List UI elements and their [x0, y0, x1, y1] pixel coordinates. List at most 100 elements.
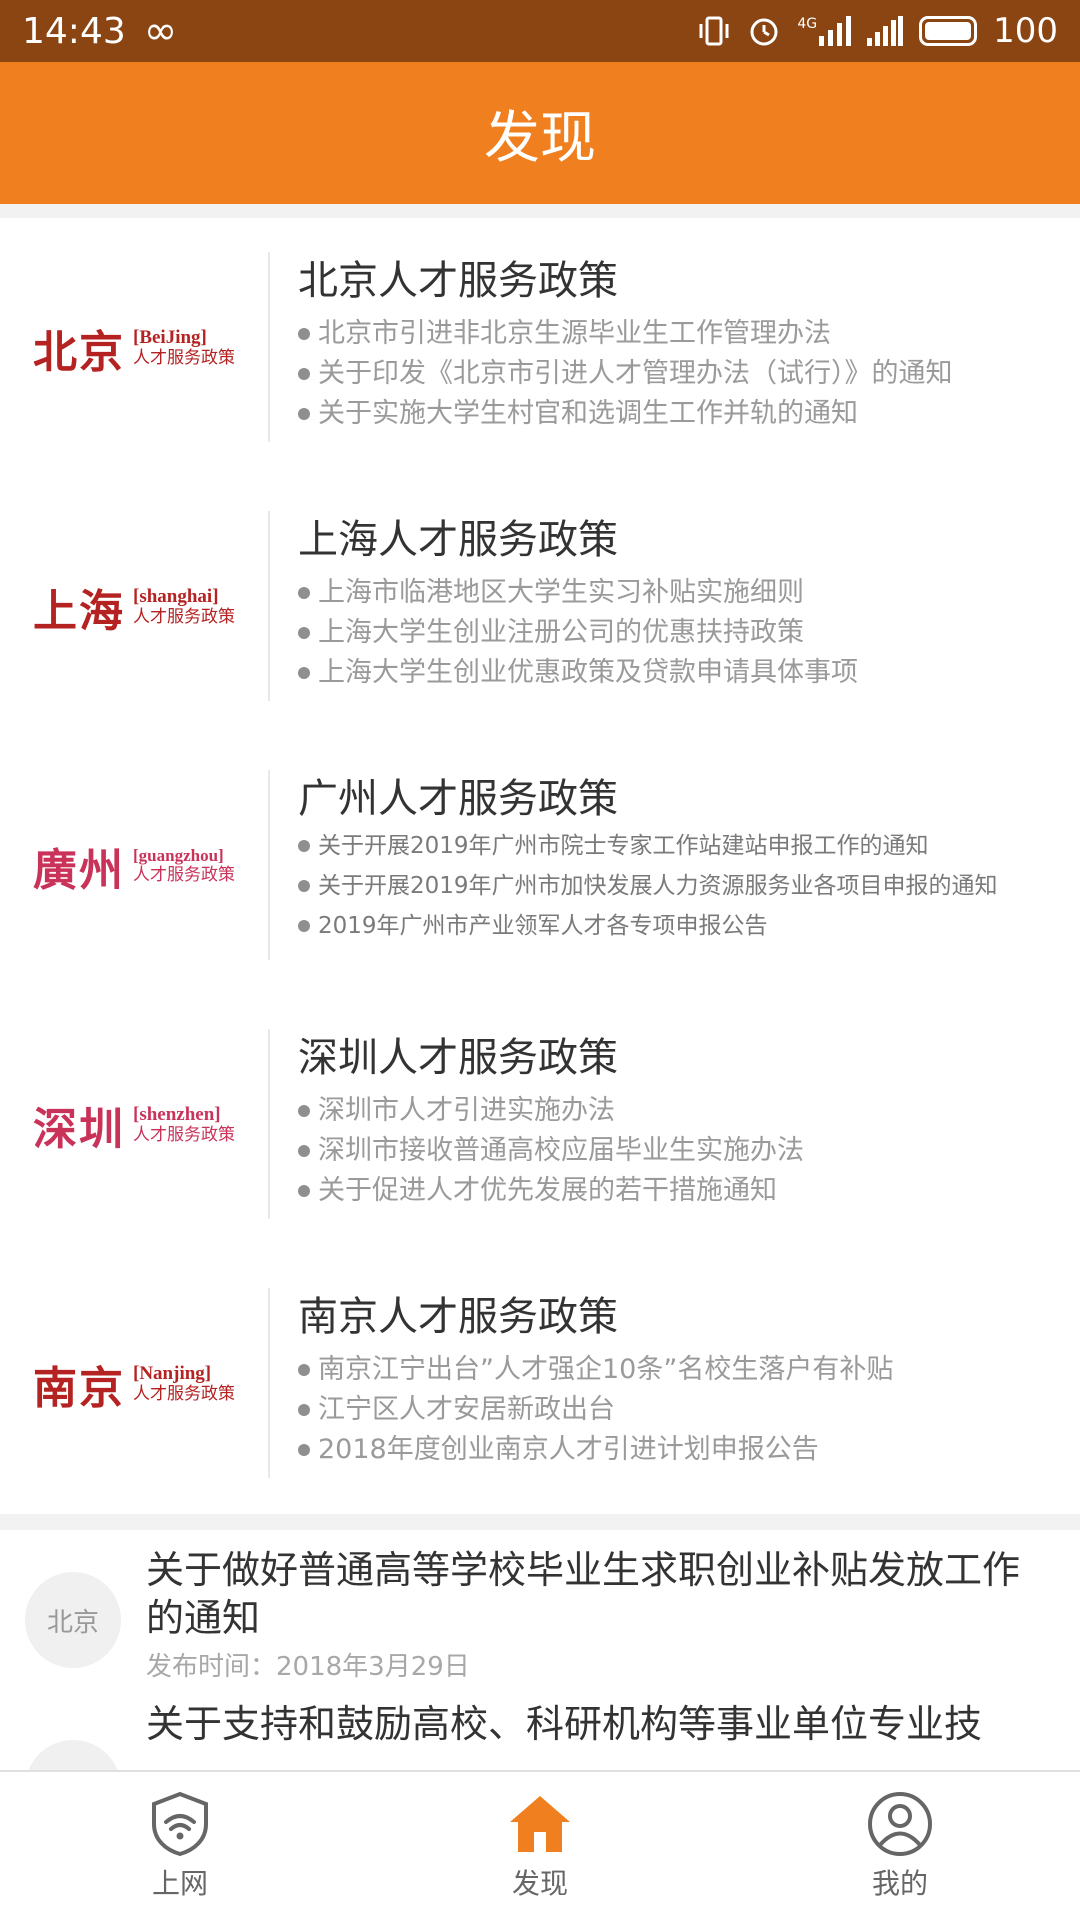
policy-item-text: 上海大学生创业注册公司的优惠扶持政策 [318, 617, 804, 648]
signal-icon [819, 16, 852, 46]
bullet-icon [298, 408, 310, 420]
cell-signal-4g: 4G [797, 16, 852, 46]
policy-items: 上海市临港地区大学生实习补贴实施细则 上海大学生创业注册公司的优惠扶持政策 上海… [298, 573, 858, 693]
policy-item[interactable]: 北京市引进非北京生源毕业生工作管理办法 [298, 314, 953, 354]
policy-item-text: 上海大学生创业优惠政策及贷款申请具体事项 [318, 657, 858, 688]
policy-item[interactable]: 深圳市接收普通高校应届毕业生实施办法 [298, 1131, 804, 1171]
logo-en: [shenzhen] [133, 1103, 221, 1125]
wifi-shield-icon [152, 1791, 208, 1857]
policy-title: 深圳人才服务政策 [298, 1035, 618, 1081]
policy-card-shenzhen[interactable]: 深圳 [shenzhen] 人才服务政策 深圳人才服务政策 深圳市人才引进实施办… [0, 995, 1080, 1254]
divider [268, 1288, 270, 1478]
policy-item-text: 关于开展2019年广州市院士专家工作站建站申报工作的通知 [318, 833, 929, 859]
policy-card-guangzhou[interactable]: 廣州 [guangzhou] 人才服务政策 广州人才服务政策 关于开展2019年… [0, 736, 1080, 995]
policy-item-text: 深圳市人才引进实施办法 [318, 1095, 615, 1126]
news-item[interactable]: 北京 关于做好普通高等学校毕业生求职创业补贴发放工作的通知 发布时间：2018年… [0, 1530, 1080, 1710]
bottom-nav: 上网 发现 我的 [0, 1770, 1080, 1920]
news-title: 关于支持和鼓励高校、科研机构等事业单位专业技 [146, 1702, 983, 1746]
policy-item[interactable]: 关于印发《北京市引进人才管理办法（试行）》的通知 [298, 354, 953, 394]
policy-item[interactable]: 上海市临港地区大学生实习补贴实施细则 [298, 573, 858, 613]
logo-cn: 北京 [33, 326, 125, 378]
policy-item[interactable]: 关于开展2019年广州市院士专家工作站建站申报工作的通知 [298, 826, 998, 866]
bullet-icon [298, 1185, 310, 1197]
bullet-icon [298, 920, 310, 932]
policy-item-text: 南京江宁出台”人才强企10条”名校生落户有补贴 [318, 1354, 894, 1385]
policy-item-text: 关于促进人才优先发展的若干措施通知 [318, 1175, 777, 1206]
nav-label: 我的 [871, 1867, 928, 1900]
news-city-tag: 北京 [25, 1572, 121, 1668]
nav-label: 上网 [151, 1867, 208, 1900]
policy-items: 深圳市人才引进实施办法 深圳市接收普通高校应届毕业生实施办法 关于促进人才优先发… [298, 1091, 804, 1211]
policy-card-beijing[interactable]: 北京 [BeiJing] 人才服务政策 北京人才服务政策 北京市引进非北京生源毕… [0, 218, 1080, 477]
policy-item[interactable]: 关于促进人才优先发展的若干措施通知 [298, 1171, 804, 1211]
bullet-icon [298, 840, 310, 852]
bullet-icon [298, 1105, 310, 1117]
policy-title: 广州人才服务政策 [298, 776, 618, 822]
policy-card-shanghai[interactable]: 上海 [shanghai] 人才服务政策 上海人才服务政策 上海市临港地区大学生… [0, 477, 1080, 736]
policy-item[interactable]: 2018年度创业南京人才引进计划申报公告 [298, 1430, 893, 1470]
shanghai-logo: 上海 [shanghai] 人才服务政策 [0, 477, 268, 736]
signal-icon-2 [867, 16, 904, 46]
policy-item[interactable]: 南京江宁出台”人才强企10条”名校生落户有补贴 [298, 1350, 893, 1390]
policy-title: 上海人才服务政策 [298, 517, 618, 563]
policy-item[interactable]: 上海大学生创业注册公司的优惠扶持政策 [298, 613, 858, 653]
logo-cn: 廣州 [33, 844, 125, 896]
policy-items: 北京市引进非北京生源毕业生工作管理办法 关于印发《北京市引进人才管理办法（试行）… [298, 314, 953, 434]
policy-item-text: 2019年广州市产业领军人才各专项申报公告 [318, 913, 768, 939]
bullet-icon [298, 1364, 310, 1376]
divider [268, 770, 270, 960]
policy-list: 北京 [BeiJing] 人才服务政策 北京人才服务政策 北京市引进非北京生源毕… [0, 218, 1080, 1514]
policy-item[interactable]: 关于开展2019年广州市加快发展人力资源服务业各项目申报的通知 [298, 866, 998, 906]
nav-item-mine[interactable]: 我的 [800, 1772, 1000, 1920]
bullet-icon [298, 1145, 310, 1157]
nanjing-logo: 南京 [Nanjing] 人才服务政策 [0, 1254, 268, 1513]
nav-item-internet[interactable]: 上网 [80, 1772, 280, 1920]
home-icon [510, 1796, 570, 1852]
policy-title: 南京人才服务政策 [298, 1294, 618, 1340]
news-date: 发布时间：2018年3月29日 [146, 1652, 470, 1682]
logo-sub: 人才服务政策 [133, 864, 235, 885]
news-title: 关于做好普通高等学校毕业生求职创业补贴发放工作的通知 [146, 1548, 1021, 1640]
logo-sub: 人才服务政策 [133, 1124, 235, 1145]
policy-item-text: 关于实施大学生村官和选调生工作并轨的通知 [318, 398, 858, 429]
policy-item[interactable]: 深圳市人才引进实施办法 [298, 1091, 804, 1131]
divider [268, 1029, 270, 1219]
header-bar: 发现 [0, 62, 1080, 204]
policy-card-nanjing[interactable]: 南京 [Nanjing] 人才服务政策 南京人才服务政策 南京江宁出台”人才强企… [0, 1254, 1080, 1513]
status-time: 14:43 [22, 10, 126, 52]
nav-label: 发现 [511, 1867, 568, 1900]
beijing-logo: 北京 [BeiJing] 人才服务政策 [0, 218, 268, 477]
bullet-icon [298, 328, 310, 340]
policy-item[interactable]: 2019年广州市产业领军人才各专项申报公告 [298, 906, 998, 946]
shenzhen-logo: 深圳 [shenzhen] 人才服务政策 [0, 995, 268, 1254]
bullet-icon [298, 627, 310, 639]
news-list: 北京 关于做好普通高等学校毕业生求职创业补贴发放工作的通知 发布时间：2018年… [0, 1530, 1080, 1770]
page-title: 发现 [484, 105, 596, 171]
logo-sub: 人才服务政策 [133, 606, 235, 627]
policy-item[interactable]: 江宁区人才安居新政出台 [298, 1390, 893, 1430]
bullet-icon [298, 1404, 310, 1416]
bullet-icon [298, 368, 310, 380]
logo-en: [shanghai] [133, 585, 219, 607]
news-item[interactable]: 关于支持和鼓励高校、科研机构等事业单位专业技 [0, 1700, 1080, 1770]
logo-cn: 南京 [33, 1362, 125, 1414]
battery-icon [919, 16, 978, 46]
policy-title: 北京人才服务政策 [298, 258, 618, 304]
policy-items: 关于开展2019年广州市院士专家工作站建站申报工作的通知 关于开展2019年广州… [298, 826, 998, 946]
logo-en: [guangzhou] [133, 845, 224, 865]
vibrate-icon [699, 16, 729, 46]
policy-item-text: 北京市引进非北京生源毕业生工作管理办法 [318, 318, 831, 349]
news-city-tag [25, 1740, 121, 1770]
policy-item-text: 上海市临港地区大学生实习补贴实施细则 [318, 577, 804, 608]
bullet-icon [298, 880, 310, 892]
battery-level: 100 [993, 11, 1058, 51]
policy-item[interactable]: 上海大学生创业优惠政策及贷款申请具体事项 [298, 653, 858, 693]
bullet-icon [298, 587, 310, 599]
bullet-icon [298, 667, 310, 679]
policy-item-text: 关于开展2019年广州市加快发展人力资源服务业各项目申报的通知 [318, 873, 998, 899]
policy-item-text: 2018年度创业南京人才引进计划申报公告 [318, 1434, 819, 1465]
bullet-icon [298, 1444, 310, 1456]
logo-en: [BeiJing] [133, 326, 207, 348]
policy-item[interactable]: 关于实施大学生村官和选调生工作并轨的通知 [298, 394, 953, 434]
nav-item-discover[interactable]: 发现 [440, 1772, 640, 1920]
